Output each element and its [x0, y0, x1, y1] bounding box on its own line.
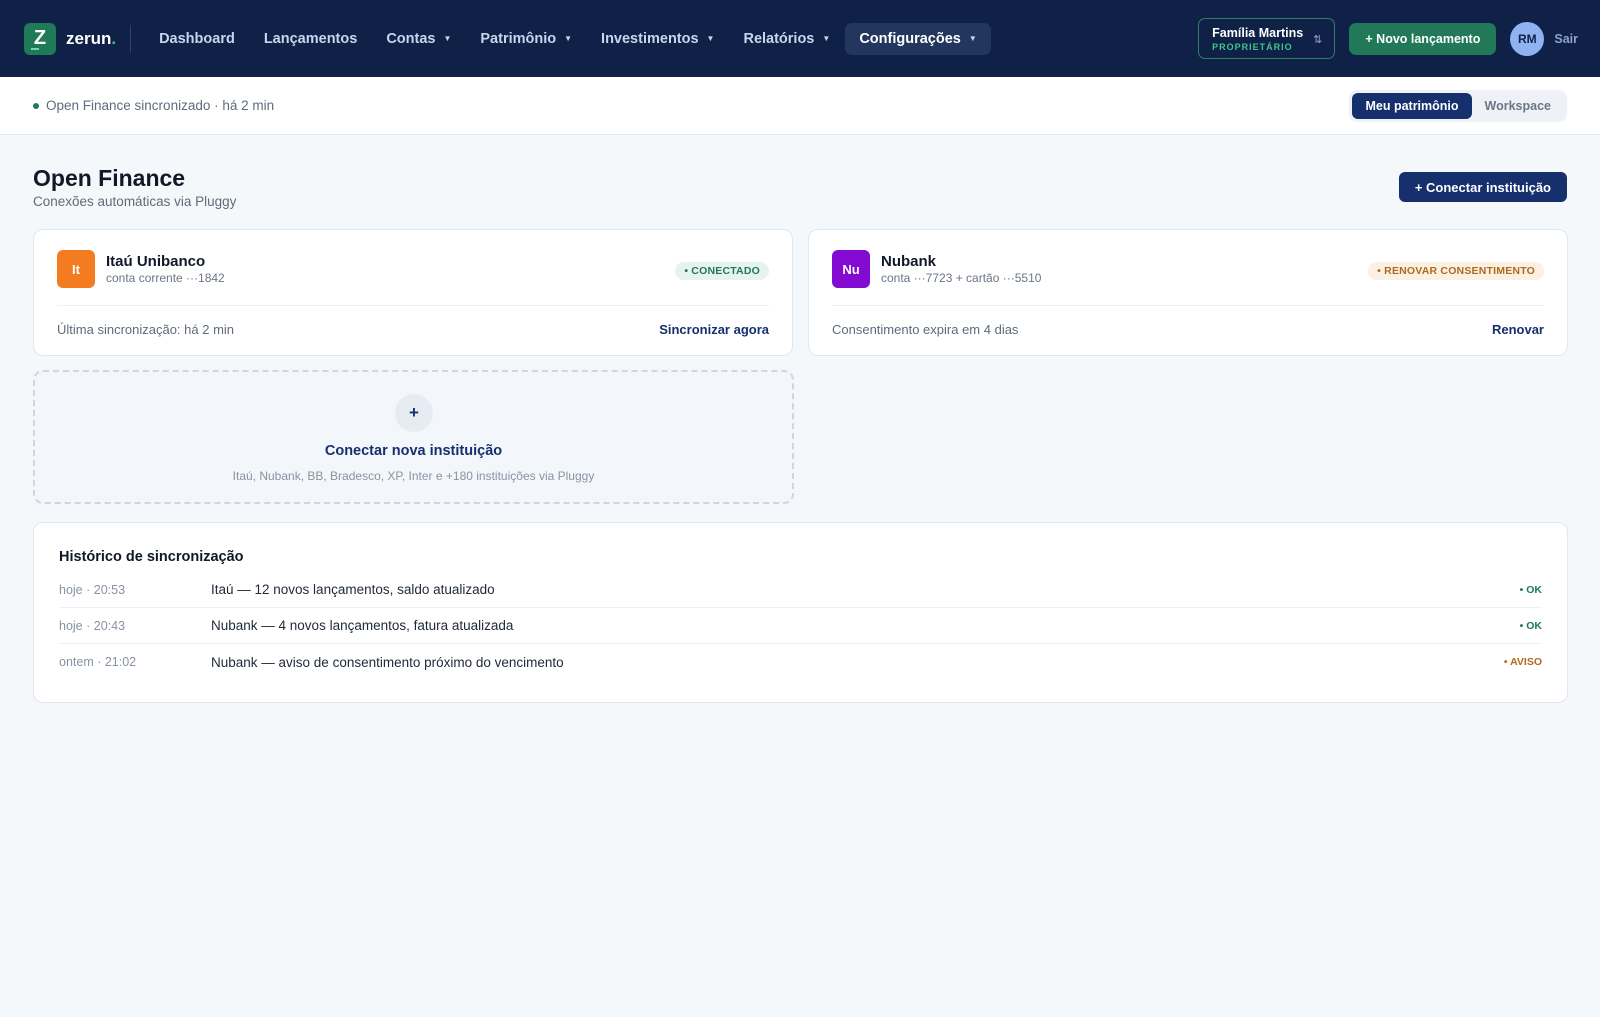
add-institution-subtitle: Itaú, Nubank, BB, Bradesco, XP, Inter e … — [232, 469, 595, 483]
connect-institution-button[interactable]: + Conectar instituição — [1398, 172, 1567, 202]
caret-down-icon: ▼ — [822, 34, 831, 43]
nav-label: Contas — [386, 30, 436, 47]
family-switcher[interactable]: Família Martins PROPRIETÁRIO ⇅ — [1198, 18, 1336, 59]
institution-header: Nu Nubank conta ···7723 + cartão ···5510 — [832, 250, 1041, 288]
institution-account: conta corrente ···1842 — [106, 271, 225, 285]
caret-down-icon: ▼ — [564, 34, 573, 43]
history-time: hoje · 20:43 — [59, 618, 126, 633]
logo-icon[interactable]: Z — [24, 22, 56, 55]
brand-text: zerun — [66, 28, 112, 48]
bank-logo-icon: Nu — [832, 250, 870, 288]
sync-now-link[interactable]: Sincronizar agora — [659, 322, 769, 337]
history-status: • OK — [1519, 583, 1542, 596]
history-message: Nubank — 4 novos lançamentos, fatura atu… — [211, 618, 514, 633]
brand-name[interactable]: zerun. — [66, 29, 116, 49]
institution-name: Nubank — [881, 253, 937, 270]
family-role: PROPRIETÁRIO — [1212, 42, 1293, 52]
nav-item-investimentos[interactable]: Investimentos ▼ — [601, 31, 714, 47]
institution-account: conta ···7723 + cartão ···5510 — [881, 271, 1042, 285]
nav-item-lancamentos[interactable]: Lançamentos — [264, 31, 357, 47]
new-entry-button[interactable]: + Novo lançamento — [1349, 22, 1497, 55]
nav-item-relatorios[interactable]: Relatórios ▼ — [743, 31, 830, 47]
status-dot-icon — [33, 102, 39, 109]
nav-item-dashboard[interactable]: Dashboard — [159, 31, 235, 47]
history-time: hoje · 20:53 — [59, 582, 126, 597]
nav-label: Relatórios — [743, 30, 815, 47]
logout-link[interactable]: Sair — [1554, 32, 1578, 46]
sync-history-card: Histórico de sincronização hoje · 20:53 … — [33, 522, 1568, 703]
institution-card-itau: It Itaú Unibanco conta corrente ···1842 … — [33, 229, 793, 356]
avatar[interactable]: RM — [1510, 21, 1545, 56]
status-badge: • CONECTADO — [675, 262, 769, 280]
caret-down-icon: ▼ — [968, 34, 977, 43]
toggle-workspace[interactable]: Workspace — [1472, 93, 1564, 119]
consent-expiry-text: Consentimento expira em 4 dias — [832, 322, 1019, 337]
family-name: Família Martins — [1212, 26, 1304, 40]
divider — [57, 305, 769, 306]
history-row: ontem · 21:02 Nubank — aviso de consenti… — [59, 644, 1542, 680]
history-status: • OK — [1519, 619, 1542, 632]
nav-label: Dashboard — [159, 30, 235, 47]
nav-item-patrimonio[interactable]: Patrimônio ▼ — [480, 31, 572, 47]
nav-label: Patrimônio — [480, 30, 557, 47]
caret-down-icon: ▼ — [706, 34, 715, 43]
history-message: Nubank — aviso de consentimento próximo … — [211, 654, 564, 670]
brand-dot: . — [111, 28, 117, 48]
caret-down-icon: ▼ — [443, 34, 452, 43]
plus-icon: + — [395, 394, 433, 432]
toggle-meu-patrimonio[interactable]: Meu patrimônio — [1352, 93, 1472, 119]
nav-label: Lançamentos — [263, 30, 358, 47]
divider — [832, 305, 1544, 306]
swap-icon: ⇅ — [1313, 33, 1323, 46]
status-badge: • RENOVAR CONSENTIMENTO — [1368, 262, 1544, 280]
renew-link[interactable]: Renovar — [1492, 322, 1544, 337]
last-sync-text: Última sincronização: há 2 min — [57, 322, 235, 337]
sync-status: Open Finance sincronizado · há 2 min — [46, 98, 275, 113]
scope-toggle: Meu patrimônio Workspace — [1349, 90, 1567, 122]
history-title: Histórico de sincronização — [59, 549, 244, 565]
top-nav: Z zerun. Dashboard Lançamentos Contas ▼ P… — [0, 0, 1600, 77]
nav-label: Configurações — [859, 30, 961, 47]
bank-logo-icon: It — [57, 250, 95, 288]
history-row: hoje · 20:53 Itaú — 12 novos lançamentos… — [59, 572, 1542, 608]
nav-right: Família Martins PROPRIETÁRIO ⇅ + Novo la… — [1198, 0, 1578, 77]
nav-divider — [130, 24, 132, 53]
page-title: Open Finance — [33, 165, 186, 191]
institution-header: It Itaú Unibanco conta corrente ···1842 — [57, 250, 225, 288]
history-status: • AVISO — [1503, 656, 1542, 668]
add-institution-card[interactable]: + Conectar nova instituição Itaú, Nubank… — [33, 370, 794, 504]
nav-item-contas[interactable]: Contas ▼ — [386, 31, 451, 47]
institution-card-nubank: Nu Nubank conta ···7723 + cartão ···5510… — [808, 229, 1568, 356]
page-subtitle: Conexões automáticas via Pluggy — [33, 194, 237, 209]
history-message: Itaú — 12 novos lançamentos, saldo atual… — [211, 582, 495, 597]
history-row: hoje · 20:43 Nubank — 4 novos lançamento… — [59, 608, 1542, 644]
add-institution-title: Conectar nova instituição — [324, 443, 503, 459]
status-bar: Open Finance sincronizado · há 2 min Meu… — [0, 77, 1600, 135]
institution-name: Itaú Unibanco — [106, 253, 206, 270]
history-time: ontem · 21:02 — [59, 655, 137, 669]
nav-item-configuracoes[interactable]: Configurações ▼ — [845, 22, 991, 55]
nav-label: Investimentos — [601, 30, 699, 47]
